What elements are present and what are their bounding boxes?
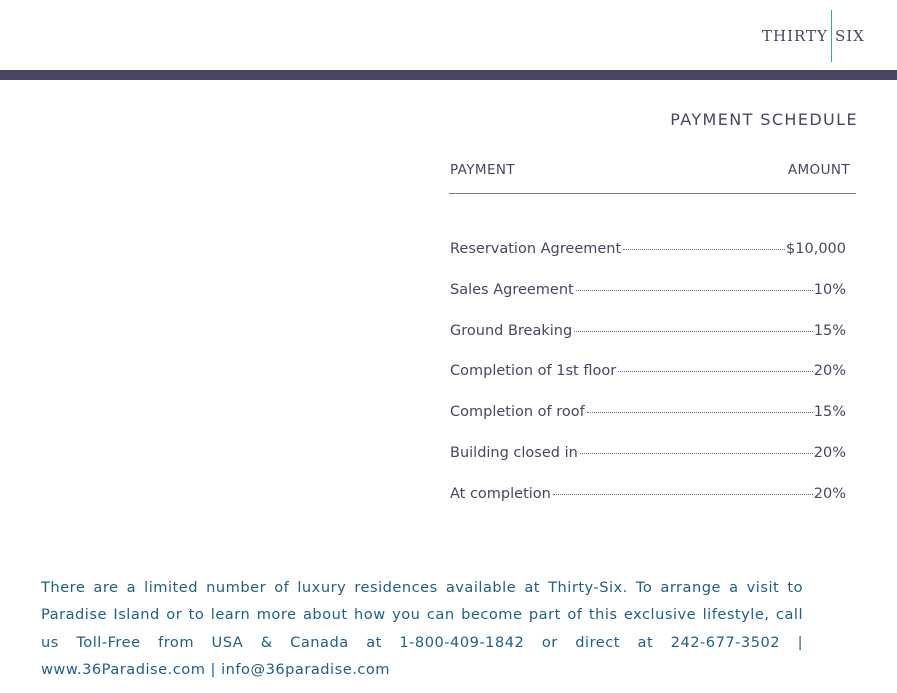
dot-leader (574, 330, 813, 332)
brand-logo-left: THIRTY (762, 27, 828, 45)
schedule-table-header: PAYMENT AMOUNT (450, 162, 850, 178)
dot-leader (623, 249, 786, 250)
schedule-row: Sales Agreement 10% (450, 282, 846, 323)
payment-amount: 20% (813, 485, 846, 502)
dot-leader (618, 371, 813, 373)
payment-amount: 15% (813, 322, 846, 339)
payment-label: Building closed in (450, 444, 578, 461)
schedule-row: Ground Breaking 15% (450, 323, 846, 364)
payment-label: Reservation Agreement (450, 241, 622, 257)
dot-leader (579, 452, 813, 454)
header-divider (449, 193, 856, 194)
column-header-payment: PAYMENT (450, 162, 516, 178)
payment-amount: $10,000 (786, 241, 846, 257)
brand-logo: THIRTY SIX (762, 10, 865, 62)
footer-contact-text: There are a limited number of luxury res… (41, 579, 803, 678)
payment-label: Completion of roof (450, 404, 585, 421)
payment-amount: 15% (813, 404, 846, 421)
schedule-row: Completion of 1st floor 20% (450, 363, 846, 404)
column-header-amount: AMOUNT (787, 162, 850, 178)
header-band (0, 70, 897, 80)
dot-leader (552, 493, 813, 495)
page-title: PAYMENT SCHEDULE (670, 110, 858, 129)
payment-amount: 10% (813, 281, 846, 298)
payment-label: Completion of 1st floor (450, 363, 617, 380)
dot-leader (586, 412, 813, 414)
schedule-row: Reservation Agreement $10,000 (450, 241, 846, 282)
payment-label: At completion (450, 485, 551, 502)
dot-leader (575, 289, 813, 291)
brand-logo-divider (830, 10, 832, 62)
payment-label: Sales Agreement (450, 281, 574, 298)
brand-logo-right: SIX (834, 27, 865, 45)
payment-amount: 20% (813, 363, 846, 380)
payment-schedule-list: Reservation Agreement $10,000 Sales Agre… (450, 241, 846, 527)
schedule-row: Building closed in 20% (450, 445, 846, 486)
schedule-row: Completion of roof 15% (450, 404, 846, 445)
payment-amount: 20% (813, 444, 846, 461)
payment-label: Ground Breaking (450, 322, 573, 339)
schedule-row: At completion 20% (450, 486, 846, 527)
